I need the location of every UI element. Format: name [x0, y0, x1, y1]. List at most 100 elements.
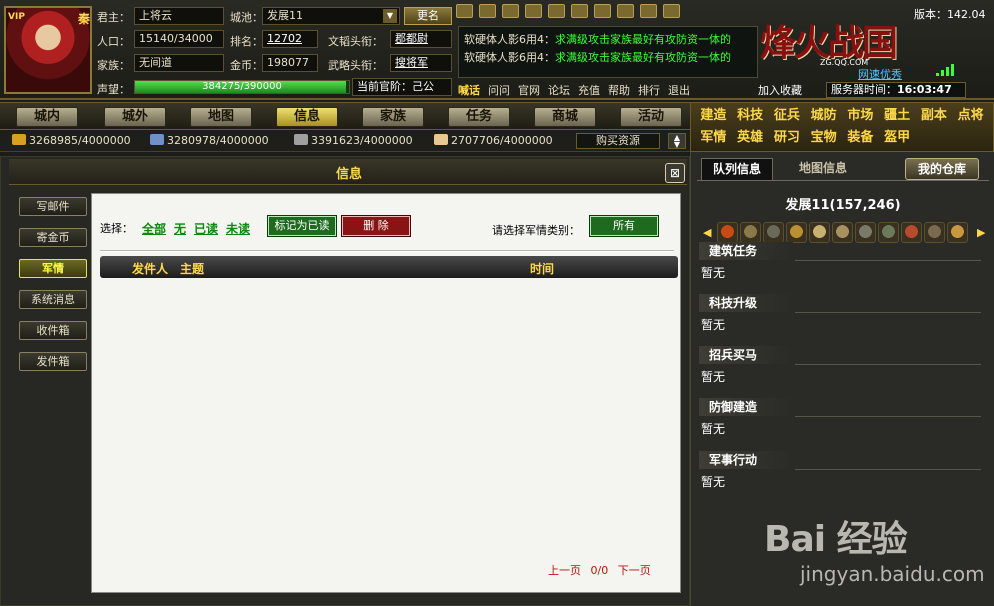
top-link[interactable]: 喊话 — [458, 82, 480, 98]
military-title-link[interactable]: 搜将军 — [390, 54, 452, 72]
next-page-link[interactable]: 下一页 — [618, 564, 651, 577]
filter-none-link[interactable]: 无 — [174, 220, 186, 237]
queue-section-title: 建筑任务 — [699, 242, 793, 260]
arrow-right-icon[interactable]: ▶ — [977, 226, 985, 239]
quick-action[interactable]: 副本 — [916, 105, 953, 127]
sidebar-item[interactable]: 系统消息 — [19, 290, 87, 309]
building-icon[interactable] — [832, 222, 853, 243]
top-link[interactable]: 退出 — [668, 82, 690, 98]
column-sender[interactable]: 发件人 — [132, 260, 168, 277]
nav-tab[interactable]: 活动 — [620, 107, 682, 127]
building-icon[interactable] — [763, 222, 784, 243]
quick-action[interactable]: 城防 — [805, 105, 842, 127]
building-icon[interactable] — [878, 222, 899, 243]
ornament-icon — [663, 4, 680, 18]
panel-title: 信息 — [335, 167, 362, 182]
mark-as-read-button[interactable]: 标记为已读 — [267, 215, 337, 237]
quick-action[interactable]: 英雄 — [732, 127, 769, 149]
quick-action[interactable]: 装备 — [842, 127, 879, 149]
column-time[interactable]: 时间 — [530, 260, 554, 277]
reputation-value: 384275/390000 — [202, 81, 282, 92]
lord-name-field: 上将云 — [134, 7, 224, 25]
resource-value: 3280978/4000000 — [167, 134, 269, 147]
nav-tab[interactable]: 城内 — [16, 107, 78, 127]
top-link[interactable]: 问问 — [488, 82, 510, 98]
filter-all-link[interactable]: 全部 — [142, 220, 166, 237]
server-time-value: 16:03:47 — [897, 83, 952, 96]
buy-resources-button[interactable]: 购买资源 — [576, 133, 660, 149]
queue-section-title: 招兵买马 — [699, 346, 793, 364]
quick-action[interactable]: 研习 — [769, 127, 806, 149]
quick-action[interactable]: 市场 — [842, 105, 879, 127]
nav-tab[interactable]: 任务 — [448, 107, 510, 127]
sidebar-item[interactable]: 发件箱 — [19, 352, 87, 371]
city-icon-row — [717, 222, 975, 244]
news-line: 软硬体人影6用4：求满级攻击家族最好有攻防资一体的 — [464, 51, 731, 64]
queue-section-value: 暂无 — [701, 318, 726, 332]
state-seal: 秦 — [78, 12, 91, 26]
top-link[interactable]: 排行 — [638, 82, 660, 98]
network-optimize-link[interactable]: 网速优秀 — [858, 66, 902, 82]
baidu-watermark: Bai 经验 jingyan.baidu.com — [760, 500, 990, 600]
news-line: 软硬体人影6用4：求满级攻击家族最好有攻防资一体的 — [464, 33, 731, 46]
filter-unread-link[interactable]: 未读 — [226, 220, 250, 237]
top-link[interactable]: 帮助 — [608, 82, 630, 98]
building-icon[interactable] — [786, 222, 807, 243]
quick-action[interactable]: 宝物 — [805, 127, 842, 149]
sidebar-item[interactable]: 收件箱 — [19, 321, 87, 340]
gold-field: 198077 — [262, 54, 318, 72]
quick-action[interactable]: 军情 — [695, 127, 732, 149]
sidebar-item[interactable]: 军情 — [19, 259, 87, 278]
rename-button[interactable]: 更名 — [404, 7, 452, 25]
building-icon[interactable] — [924, 222, 945, 243]
close-icon[interactable]: ⊠ — [665, 163, 685, 183]
arrow-left-icon[interactable]: ◀ — [703, 226, 711, 239]
category-select-button[interactable]: 所有 — [589, 215, 659, 237]
ornament-icon — [479, 4, 496, 18]
queue-section-divider — [795, 260, 981, 261]
ornament-icon — [571, 4, 588, 18]
prev-page-link[interactable]: 上一页 — [548, 564, 581, 577]
tab-queue-info[interactable]: 队列信息 — [701, 158, 773, 180]
building-icon[interactable] — [717, 222, 738, 243]
building-icon[interactable] — [809, 222, 830, 243]
delete-button[interactable]: 删 除 — [341, 215, 411, 237]
top-link[interactable]: 论坛 — [548, 82, 570, 98]
rank-link[interactable]: 12702 — [262, 30, 318, 48]
building-icon[interactable] — [947, 222, 968, 243]
column-subject[interactable]: 主题 — [180, 260, 204, 277]
nav-tab[interactable]: 商城 — [534, 107, 596, 127]
nav-tab[interactable]: 信息 — [276, 107, 338, 127]
nav-tab[interactable]: 地图 — [190, 107, 252, 127]
signal-strength-icon — [936, 64, 954, 76]
main-nav: 城内 城外 地图 信息 家族 任务 商城 活动 — [0, 102, 690, 130]
version-label: 版本：142.04 — [914, 8, 986, 21]
top-link[interactable]: 官网 — [518, 82, 540, 98]
add-favorite-link[interactable]: 加入收藏 — [758, 82, 802, 98]
quick-action[interactable]: 征兵 — [769, 105, 806, 127]
top-link[interactable]: 充值 — [578, 82, 600, 98]
quick-action[interactable]: 盔甲 — [879, 127, 916, 149]
civil-title-link[interactable]: 郡都尉 — [390, 30, 452, 48]
queue-section-value: 暂无 — [701, 266, 726, 280]
resource-toggle-button[interactable]: ▲ ▼ — [668, 133, 686, 149]
ornament-icon — [502, 4, 519, 18]
building-icon[interactable] — [855, 222, 876, 243]
chevron-down-icon[interactable]: ▼ — [383, 9, 397, 23]
nav-tab[interactable]: 城外 — [104, 107, 166, 127]
game-logo: 烽火战国 ZG.QQ.COM — [760, 14, 910, 74]
nav-tab[interactable]: 家族 — [362, 107, 424, 127]
quick-action[interactable]: 建造 — [695, 105, 732, 127]
building-icon[interactable] — [901, 222, 922, 243]
filter-read-link[interactable]: 已读 — [194, 220, 218, 237]
my-warehouse-button[interactable]: 我的仓库 — [905, 158, 979, 180]
sidebar-item[interactable]: 写邮件 — [19, 197, 87, 216]
tab-map-info[interactable]: 地图信息 — [783, 158, 863, 180]
building-icon[interactable] — [740, 222, 761, 243]
sidebar-item[interactable]: 寄金币 — [19, 228, 87, 247]
quick-action[interactable]: 疆土 — [879, 105, 916, 127]
quick-action[interactable]: 科技 — [732, 105, 769, 127]
city-select[interactable]: 发展11 ▼ — [262, 7, 400, 25]
queue-section-title: 防御建造 — [699, 398, 793, 416]
quick-action[interactable]: 点将 — [952, 105, 989, 127]
